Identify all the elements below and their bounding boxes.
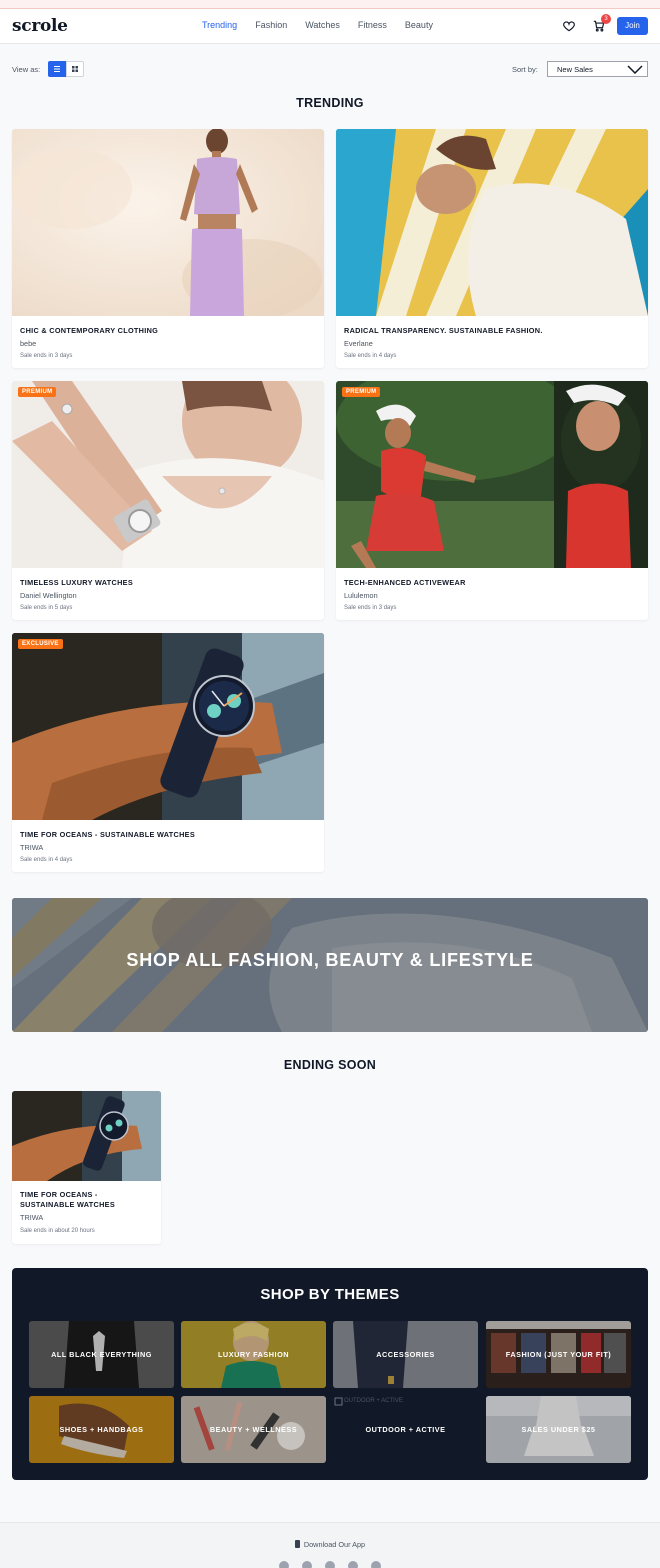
- download-app-link[interactable]: Download Our App: [0, 1540, 660, 1549]
- site-header: scrole Trending Fashion Watches Fitness …: [0, 9, 660, 44]
- shop-by-themes-section: SHOP BY THEMES ALL BLACK EVERYTHING LUXU…: [12, 1268, 648, 1480]
- top-notice-strip: [0, 0, 660, 9]
- sale-card-title: TIME FOR OCEANS - SUSTAINABLE WATCHES: [20, 830, 196, 839]
- sale-card-ends: Sale ends in 3 days: [20, 353, 73, 359]
- theme-label: ALL BLACK EVERYTHING: [51, 1350, 152, 1359]
- sale-card-image: [12, 633, 324, 820]
- social-links: [279, 1561, 381, 1568]
- sale-card-brand: TRIWA: [20, 843, 44, 852]
- sale-card-brand: Daniel Wellington: [20, 591, 77, 600]
- nav-beauty[interactable]: Beauty: [405, 20, 433, 30]
- shop-all-banner[interactable]: SHOP ALL FASHION, BEAUTY & LIFESTYLE: [12, 898, 648, 1032]
- nav-watches[interactable]: Watches: [305, 20, 340, 30]
- tiktok-icon[interactable]: [371, 1561, 381, 1568]
- theme-label: BEAUTY + WELLNESS: [209, 1425, 298, 1434]
- theme-tile[interactable]: BEAUTY + WELLNESS: [181, 1396, 326, 1463]
- sale-card-brand: Lululemon: [344, 591, 378, 600]
- sale-card-ends: Sale ends in 4 days: [20, 857, 73, 863]
- banner-text: SHOP ALL FASHION, BEAUTY & LIFESTYLE: [126, 950, 534, 970]
- twitter-icon[interactable]: [279, 1561, 289, 1568]
- theme-label: OUTDOOR + ACTIVE: [365, 1425, 446, 1434]
- theme-label: ACCESSORIES: [376, 1350, 435, 1359]
- theme-label: SHOES + HANDBAGS: [59, 1425, 144, 1434]
- sale-card-title: TIMELESS LUXURY WATCHES: [20, 578, 133, 587]
- theme-tile[interactable]: LUXURY FASHION: [181, 1321, 326, 1388]
- main-nav: Trending Fashion Watches Fitness Beauty: [202, 20, 451, 30]
- sale-card-image: [12, 129, 324, 316]
- theme-tile[interactable]: OUTDOOR + ACTIVE OUTDOOR + ACTIVE: [333, 1396, 478, 1463]
- sale-card[interactable]: PREMIUM TIMELESS LUXURY WATCHES Daniel W…: [12, 381, 324, 620]
- broken-image-alt: OUTDOOR + ACTIVE: [344, 1398, 403, 1404]
- sale-card-brand: TRIWA: [20, 1213, 44, 1222]
- sale-card-ends: Sale ends in about 20 hours: [20, 1228, 95, 1234]
- nav-fashion[interactable]: Fashion: [255, 20, 287, 30]
- sale-card-brand: Everlane: [344, 339, 373, 348]
- sale-card[interactable]: RADICAL TRANSPARENCY. SUSTAINABLE FASHIO…: [336, 129, 648, 368]
- grid-view-button[interactable]: [66, 61, 84, 77]
- grid-icon: [72, 66, 78, 72]
- ending-soon-card[interactable]: TIME FOR OCEANS - SUSTAINABLE WATCHES TR…: [12, 1091, 161, 1244]
- list-view-button[interactable]: [48, 61, 66, 77]
- sale-card-image: [336, 381, 648, 568]
- sale-card-ends: Sale ends in 3 days: [344, 605, 397, 611]
- facebook-icon[interactable]: [302, 1561, 312, 1568]
- theme-tile[interactable]: SALES UNDER $25: [486, 1396, 631, 1463]
- theme-tile[interactable]: SHOES + HANDBAGS: [29, 1396, 174, 1463]
- sale-card-image: [336, 129, 648, 316]
- join-button[interactable]: Join: [617, 17, 648, 35]
- trending-title: TRENDING: [296, 96, 364, 110]
- nav-fitness[interactable]: Fitness: [358, 20, 387, 30]
- sale-card[interactable]: EXCLUSIVE TIME FOR OCEANS - SUSTAINABLE …: [12, 633, 324, 872]
- sort-label: Sort by:: [512, 65, 538, 74]
- ending-soon-title: ENDING SOON: [283, 1058, 377, 1072]
- phone-icon: [294, 1540, 300, 1548]
- theme-label: FASHION (JUST YOUR FIT): [505, 1350, 612, 1359]
- sale-card-title: CHIC & CONTEMPORARY CLOTHING: [20, 326, 159, 335]
- sale-card-image: [12, 381, 324, 568]
- chevron-down-icon: [627, 65, 643, 74]
- list-icon: [54, 66, 60, 72]
- pinterest-icon[interactable]: [348, 1561, 358, 1568]
- sale-card-title: TECH-ENHANCED ACTIVEWEAR: [344, 578, 466, 587]
- logo[interactable]: scrole: [12, 16, 68, 36]
- theme-tile[interactable]: FASHION (JUST YOUR FIT): [486, 1321, 631, 1388]
- theme-label: LUXURY FASHION: [217, 1350, 290, 1359]
- sale-card-title: RADICAL TRANSPARENCY. SUSTAINABLE FASHIO…: [344, 326, 543, 335]
- theme-label: SALES UNDER $25: [521, 1425, 596, 1434]
- theme-tile[interactable]: ACCESSORIES: [333, 1321, 478, 1388]
- view-as-label: View as:: [12, 65, 41, 74]
- sale-card-title: SUSTAINABLE WATCHES: [20, 1200, 116, 1209]
- sale-card-title: TIME FOR OCEANS -: [20, 1190, 98, 1199]
- sale-card[interactable]: PREMIUM TECH-ENHANCED ACTIVEWEAR Lululem…: [336, 381, 648, 620]
- themes-title: SHOP BY THEMES: [260, 1286, 400, 1303]
- footer: Download Our App: [0, 1522, 660, 1568]
- sale-card-ends: Sale ends in 4 days: [344, 353, 397, 359]
- premium-tag: PREMIUM: [342, 387, 381, 397]
- cart-count-badge: 3: [601, 14, 611, 24]
- nav-trending[interactable]: Trending: [202, 20, 237, 30]
- instagram-icon[interactable]: [325, 1561, 335, 1568]
- theme-tile[interactable]: ALL BLACK EVERYTHING: [29, 1321, 174, 1388]
- sale-card-image: [12, 1091, 161, 1181]
- sale-card-brand: bebe: [20, 339, 37, 348]
- sort-select[interactable]: New Sales: [547, 61, 648, 77]
- heart-icon[interactable]: [562, 19, 576, 33]
- premium-tag: PREMIUM: [18, 387, 57, 397]
- sale-card[interactable]: CHIC & CONTEMPORARY CLOTHING bebe Sale e…: [12, 129, 324, 368]
- download-app-label: Download Our App: [303, 1540, 366, 1549]
- sale-card-ends: Sale ends in 5 days: [20, 605, 73, 611]
- sort-value: New Sales: [557, 65, 593, 74]
- exclusive-tag: EXCLUSIVE: [18, 639, 63, 649]
